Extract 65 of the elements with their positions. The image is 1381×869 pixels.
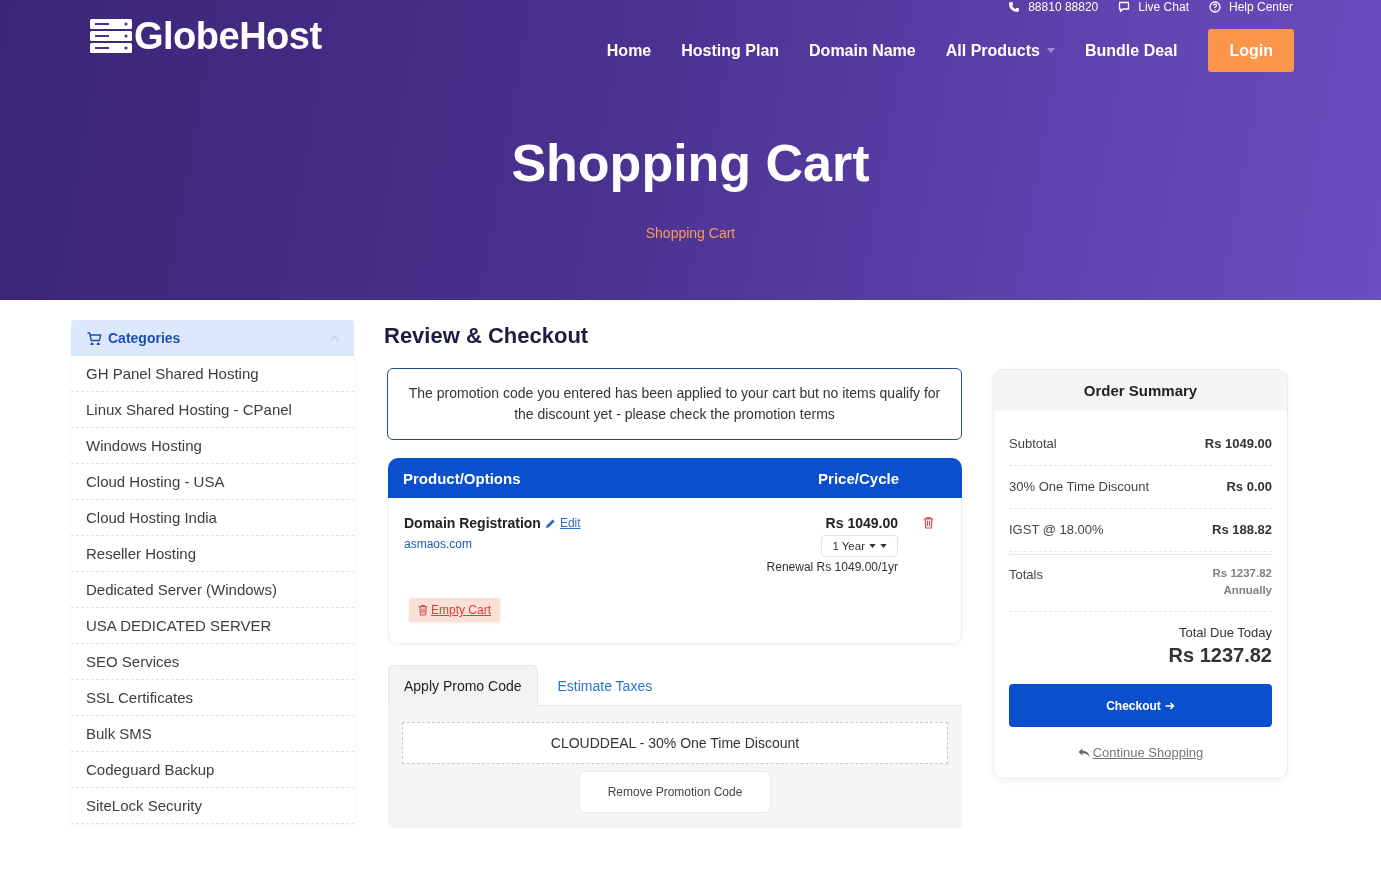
trash-icon[interactable] <box>922 516 934 529</box>
totals-label: Totals <box>1009 566 1043 584</box>
server-stack-icon <box>90 19 132 53</box>
category-link[interactable]: Bulk SMS <box>71 716 354 752</box>
category-link[interactable]: SiteLock Security <box>71 788 354 824</box>
summary-label: 30% One Time Discount <box>1009 478 1150 496</box>
nav-link[interactable]: Bundle Deal <box>1085 41 1178 60</box>
category-link[interactable]: GH Panel Shared Hosting <box>71 356 354 392</box>
continue-shopping-link[interactable]: Continue Shopping <box>1092 745 1204 760</box>
category-link[interactable]: Codeguard Backup <box>71 752 354 788</box>
category-link[interactable]: Reseller Hosting <box>71 536 354 572</box>
summary-label: Subtotal <box>1009 435 1057 453</box>
breadcrumb-link[interactable]: Shopping Cart <box>645 224 736 242</box>
category-link[interactable]: Linux Shared Hosting - CPanel <box>71 392 354 428</box>
phone-icon <box>1008 1 1021 13</box>
nav-link[interactable]: Domain Name <box>809 41 916 60</box>
chat-icon <box>1118 1 1131 13</box>
top-bar-link[interactable]: Live Chat <box>1138 0 1189 14</box>
summary-value: Rs 1049.00 <box>1204 435 1272 453</box>
arrow-right-icon <box>1164 701 1175 710</box>
total-due-amount: Rs 1237.82 <box>1168 643 1272 668</box>
logo-wordmark[interactable]: GlobeHost <box>134 18 322 54</box>
page-title: Shopping Cart <box>511 133 870 193</box>
tab[interactable]: Apply Promo Code <box>388 665 538 706</box>
product-name: Domain Registration <box>404 515 541 531</box>
totals-value: Rs 1237.82 <box>1212 566 1272 581</box>
nav-link[interactable]: Home <box>606 41 652 60</box>
domain-name: asmaos.com <box>404 537 473 551</box>
top-bar-link[interactable]: Help Center <box>1228 0 1293 14</box>
product-price: Rs 1049.00 <box>825 515 898 531</box>
section-heading: Review & Checkout <box>384 322 590 350</box>
nav-link[interactable]: Hosting Plan <box>681 41 780 60</box>
category-link[interactable]: SSL Certificates <box>71 680 354 716</box>
summary-value: Rs 188.82 <box>1212 521 1272 539</box>
category-link[interactable]: USA DEDICATED SERVER <box>71 608 354 644</box>
top-bar-link[interactable]: 88810 88820 <box>1028 0 1099 14</box>
pencil-icon <box>544 517 556 529</box>
categories-title: Categories <box>108 330 182 346</box>
empty-cart-button[interactable]: Empty Cart <box>409 598 500 622</box>
cart-icon <box>87 331 102 345</box>
column-header: Product/Options <box>403 469 522 487</box>
column-header: Price/Cycle <box>818 469 899 487</box>
categories-header[interactable]: Categories <box>71 320 354 356</box>
promo-code-field[interactable]: CLOUDDEAL - 30% One Time Discount <box>402 722 948 764</box>
checkout-button[interactable]: Checkout <box>1009 684 1272 727</box>
nav-link[interactable]: All Products <box>945 41 1055 60</box>
category-link[interactable]: Dedicated Server (Windows) <box>71 572 354 608</box>
remove-promo-button[interactable]: Remove Promotion Code <box>578 771 772 813</box>
category-link[interactable]: Cloud Hosting - USA <box>71 464 354 500</box>
category-link[interactable]: Windows Hosting <box>71 428 354 464</box>
edit-link[interactable]: Edit <box>559 516 581 530</box>
summary-value: Rs 0.00 <box>1226 478 1272 496</box>
billing-cycle: Annually <box>1223 583 1272 598</box>
order-summary-title: Order Summary <box>994 370 1287 411</box>
billing-cycle-select[interactable]: 1 Year <box>821 535 898 557</box>
tab[interactable]: Estimate Taxes <box>541 665 669 706</box>
trash-icon <box>418 604 428 616</box>
total-due-label: Total Due Today <box>1179 624 1272 642</box>
promo-alert: The promotion code you entered has been applied to your cart but no items qualify for the discount yet - please check the promotion terms <box>387 368 962 440</box>
summary-label: IGST @ 18.00% <box>1009 521 1104 539</box>
category-link[interactable]: Cloud Hosting India <box>71 500 354 536</box>
category-link[interactable]: SEO Services <box>71 644 354 680</box>
help-icon <box>1208 1 1221 13</box>
reply-arrow-icon <box>1077 747 1090 758</box>
renewal-price: Renewal Rs 1049.00/1yr <box>766 560 898 574</box>
